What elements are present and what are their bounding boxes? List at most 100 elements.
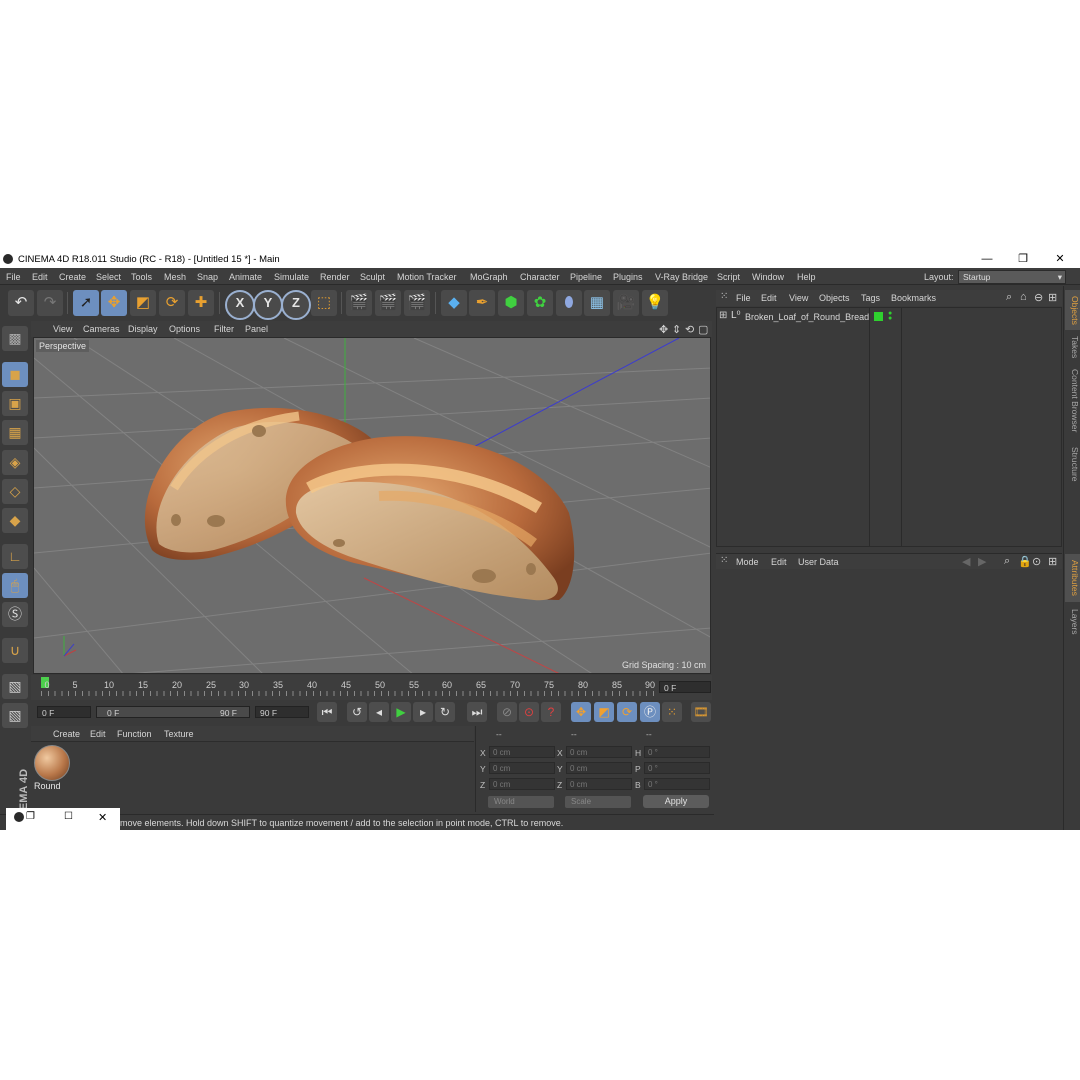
layer-color-swatch[interactable] bbox=[874, 312, 883, 321]
toggle-view-icon[interactable]: ▢ bbox=[698, 323, 708, 336]
light-button[interactable]: 💡 bbox=[642, 290, 668, 316]
material-name[interactable]: Round bbox=[34, 781, 61, 791]
move-tool-button[interactable]: ✥ bbox=[101, 290, 127, 316]
menu-motion-tracker[interactable]: Motion Tracker bbox=[397, 272, 457, 282]
deformer-button[interactable]: ⬮ bbox=[556, 290, 582, 316]
rot-b-field[interactable]: 0 ° bbox=[644, 778, 710, 790]
axis-mode-button[interactable]: ∟ bbox=[2, 544, 28, 569]
camera-button[interactable]: 🎥 bbox=[613, 290, 639, 316]
tab-structure[interactable]: Structure bbox=[1065, 442, 1080, 486]
layout-dropdown[interactable]: Startup ▾ bbox=[958, 270, 1066, 284]
rot-h-field[interactable]: 0 ° bbox=[644, 746, 710, 758]
menu-snap[interactable]: Snap bbox=[197, 272, 218, 282]
play-button[interactable]: ▶ bbox=[391, 702, 411, 722]
search-icon[interactable]: ⌕ bbox=[1004, 555, 1010, 568]
x-axis-lock-button[interactable]: X bbox=[225, 290, 255, 320]
tab-objects[interactable]: Objects bbox=[1065, 290, 1080, 330]
autokey-button[interactable]: ⊙ bbox=[519, 702, 539, 722]
key-rotation-button[interactable]: ⟳ bbox=[617, 702, 637, 722]
subdivision-surface-button[interactable]: ⬢ bbox=[498, 290, 524, 316]
scale-tool-button[interactable]: ◩ bbox=[130, 290, 156, 316]
pan-icon[interactable]: ✥ bbox=[659, 323, 668, 336]
key-position-button[interactable]: ✥ bbox=[571, 702, 591, 722]
key-scale-button[interactable]: ◩ bbox=[594, 702, 614, 722]
material-menu-function[interactable]: Function bbox=[117, 729, 152, 739]
3d-viewport[interactable]: Perspective Grid Spacing : 10 cm bbox=[33, 337, 711, 674]
edges-mode-button[interactable]: ◇ bbox=[2, 479, 28, 504]
attributes-menu-mode[interactable]: Mode bbox=[736, 557, 759, 567]
object-name[interactable]: Broken_Loaf_of_Round_Bread bbox=[745, 312, 869, 322]
toggle-icon[interactable]: ⊖ bbox=[1034, 291, 1043, 304]
menu-mesh[interactable]: Mesh bbox=[164, 272, 186, 282]
pos-y-field[interactable]: 0 cm bbox=[489, 762, 555, 774]
motion-clip-button[interactable]: 🎞 bbox=[691, 702, 711, 722]
texture-mode-button[interactable]: ▣ bbox=[2, 391, 28, 416]
coordinate-space-dropdown[interactable]: World bbox=[488, 796, 554, 808]
objects-menu-objects[interactable]: Objects bbox=[819, 293, 850, 303]
objects-menu-tags[interactable]: Tags bbox=[861, 293, 880, 303]
points-mode-button[interactable]: ◈ bbox=[2, 450, 28, 475]
material-thumbnail[interactable] bbox=[34, 745, 70, 781]
cube-object-button[interactable]: ◆ bbox=[441, 290, 467, 316]
next-frame-button[interactable]: ▸ bbox=[413, 702, 433, 722]
magnet-button[interactable]: ∪ bbox=[2, 638, 28, 663]
objects-menu-file[interactable]: File bbox=[736, 293, 751, 303]
z-axis-lock-button[interactable]: Z bbox=[281, 290, 311, 320]
menu-window[interactable]: Window bbox=[752, 272, 784, 282]
timeline-end-field[interactable]: 0 F bbox=[659, 681, 711, 693]
size-y-field[interactable]: 0 cm bbox=[566, 762, 632, 774]
lock-workplane-button[interactable]: ▧ bbox=[2, 674, 28, 699]
menu-edit[interactable]: Edit bbox=[32, 272, 48, 282]
planar-workplane-button[interactable]: ▧ bbox=[2, 703, 28, 728]
attributes-menu-user-data[interactable]: User Data bbox=[798, 557, 839, 567]
snap-button[interactable]: Ⓢ bbox=[2, 602, 28, 627]
attributes-menu-edit[interactable]: Edit bbox=[771, 557, 787, 567]
viewport-menu-filter[interactable]: Filter bbox=[214, 324, 234, 334]
go-to-end-button[interactable]: ⏭ bbox=[467, 702, 487, 722]
live-selection-button[interactable]: ➚ bbox=[73, 290, 99, 316]
menu-help[interactable]: Help bbox=[797, 272, 816, 282]
maximize-button[interactable]: ❐ bbox=[1008, 251, 1038, 267]
size-x-field[interactable]: 0 cm bbox=[566, 746, 632, 758]
menu-file[interactable]: File bbox=[6, 272, 21, 282]
floor-button[interactable]: ▦ bbox=[584, 290, 610, 316]
material-menu-create[interactable]: Create bbox=[53, 729, 80, 739]
objects-menu-view[interactable]: View bbox=[789, 293, 808, 303]
menu-create[interactable]: Create bbox=[59, 272, 86, 282]
render-settings-button[interactable]: 🎬 bbox=[404, 290, 430, 316]
render-view-button[interactable]: 🎬 bbox=[346, 290, 372, 316]
polygons-mode-button[interactable]: ◆ bbox=[2, 508, 28, 533]
objects-menu-edit[interactable]: Edit bbox=[761, 293, 777, 303]
minimize-button[interactable]: — bbox=[972, 251, 1002, 267]
rot-p-field[interactable]: 0 ° bbox=[644, 762, 710, 774]
menu-character[interactable]: Character bbox=[520, 272, 560, 282]
back-arrow-icon[interactable]: ◀ bbox=[962, 555, 970, 568]
keyframe-selection-button[interactable]: ? bbox=[541, 702, 561, 722]
pen-spline-button[interactable]: ✒ bbox=[469, 290, 495, 316]
previous-frame-button[interactable]: ◂ bbox=[369, 702, 389, 722]
next-key-button[interactable]: ↻ bbox=[435, 702, 455, 722]
menu-vray-bridge[interactable]: V-Ray Bridge bbox=[655, 272, 708, 282]
tweak-mode-button[interactable]: 🖱 bbox=[2, 573, 28, 598]
forward-arrow-icon[interactable]: ▶ bbox=[978, 555, 986, 568]
menu-simulate[interactable]: Simulate bbox=[274, 272, 309, 282]
y-axis-lock-button[interactable]: Y bbox=[253, 290, 283, 320]
redo-button[interactable]: ↷ bbox=[37, 290, 63, 316]
make-editable-button[interactable]: ▩ bbox=[2, 326, 28, 351]
viewport-menu-options[interactable]: Options bbox=[169, 324, 200, 334]
menu-animate[interactable]: Animate bbox=[229, 272, 262, 282]
tab-takes[interactable]: Takes bbox=[1065, 334, 1080, 360]
menu-tools[interactable]: Tools bbox=[131, 272, 152, 282]
visibility-dots-icon[interactable]: ● ● bbox=[888, 310, 892, 322]
workplane-mode-button[interactable]: ▦ bbox=[2, 420, 28, 445]
menu-render[interactable]: Render bbox=[320, 272, 350, 282]
pos-z-field[interactable]: 0 cm bbox=[489, 778, 555, 790]
viewport-menu-panel[interactable]: Panel bbox=[245, 324, 268, 334]
tab-layers[interactable]: Layers bbox=[1065, 606, 1080, 638]
coordinate-system-button[interactable]: ⬚ bbox=[311, 290, 337, 316]
render-picture-viewer-button[interactable]: 🎬 bbox=[375, 290, 401, 316]
key-parameter-button[interactable]: Ⓟ bbox=[640, 702, 660, 722]
model-mode-button[interactable]: ◼ bbox=[2, 362, 28, 387]
apply-button[interactable]: Apply bbox=[643, 795, 709, 808]
close-button[interactable]: ✕ bbox=[1045, 251, 1075, 267]
